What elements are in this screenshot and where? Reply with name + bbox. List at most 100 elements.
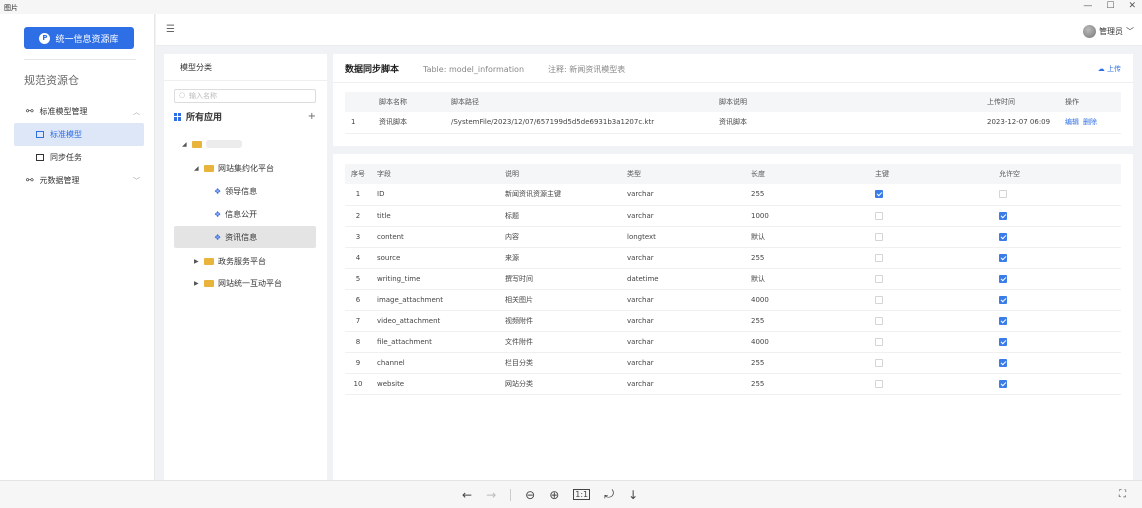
col-header-nullable: 允许空: [993, 164, 1121, 184]
table-header-row: 脚本名称 脚本路径 脚本说明 上传时间 操作: [345, 92, 1121, 112]
cell-nullable: [993, 310, 1121, 332]
nullable-checkbox[interactable]: [999, 316, 1007, 325]
nullable-checkbox[interactable]: [999, 253, 1007, 262]
cell-length: 默认: [745, 268, 869, 290]
primary-key-checkbox[interactable]: [875, 274, 883, 283]
tree-node-label: 网站统一互动平台: [218, 278, 282, 288]
rotate-icon[interactable]: ⤾: [604, 487, 614, 502]
cell-index: 1: [345, 112, 373, 134]
fields-panel: 序号 字段 说明 类型 长度 主键 允许空 1 ID 新闻资讯资源主键 varchar…: [333, 154, 1133, 480]
col-header-primary-key: 主键: [869, 164, 993, 184]
sidebar-item-label: 标准模型: [50, 130, 82, 139]
menu-toggle-icon[interactable]: ☰: [166, 24, 175, 35]
tree-node-label: 网站集约化平台: [218, 163, 274, 173]
cell-desc: 栏目分类: [499, 352, 621, 374]
nullable-checkbox[interactable]: [999, 190, 1007, 199]
script-table: 脚本名称 脚本路径 脚本说明 上传时间 操作 1 资讯脚本 /SystemFil…: [345, 92, 1121, 134]
folder-icon: [192, 140, 202, 148]
table-row: 10 website 网站分类 varchar 255: [345, 373, 1121, 395]
cell-length: 255: [745, 373, 869, 395]
script-panel-header: 数据同步脚本 Table: model_information 注释: 新闻资讯…: [345, 62, 625, 75]
nullable-checkbox[interactable]: [999, 232, 1007, 241]
caret-down-icon: ◢: [194, 164, 199, 172]
download-icon[interactable]: ↓: [628, 488, 638, 502]
table-header-row: 序号 字段 说明 类型 长度 主键 允许空: [345, 164, 1121, 184]
tree-node-gov-service-platform[interactable]: ▶ 政务服务平台: [194, 250, 266, 272]
cell-pk: [869, 247, 993, 269]
panel-divider: [164, 80, 327, 81]
nullable-checkbox[interactable]: [999, 379, 1007, 388]
zoom-out-icon[interactable]: ⊖: [525, 488, 535, 502]
toolbar-separator: [510, 488, 512, 501]
edit-link[interactable]: 编辑: [1065, 118, 1079, 126]
cell-pk: [869, 289, 993, 311]
cell-nullable: [993, 226, 1121, 248]
tree-search-input[interactable]: ○ 输入名称: [174, 89, 316, 103]
redacted-label: [206, 140, 242, 148]
cell-pk: [869, 205, 993, 227]
table-row: 1 ID 新闻资讯资源主键 varchar 255: [345, 184, 1121, 206]
cell-no: 9: [345, 352, 371, 374]
primary-key-checkbox[interactable]: [875, 232, 883, 241]
cell-field: content: [371, 226, 499, 248]
tree-node-leader-info[interactable]: ❖ 领导信息: [214, 180, 257, 202]
cell-upload-time: 2023-12-07 06:09: [981, 112, 1059, 134]
delete-link[interactable]: 删除: [1083, 118, 1097, 126]
cell-script-name: 资讯脚本: [373, 112, 445, 134]
cell-pk: [869, 310, 993, 332]
resource-library-button[interactable]: P 统一信息资源库: [24, 27, 134, 49]
tree-node-website-platform[interactable]: ◢ 网站集约化平台: [194, 157, 274, 179]
cell-nullable: [993, 331, 1121, 353]
sidebar-item-standard-model-management[interactable]: ⚯ 标准模型管理 ︿: [14, 100, 144, 123]
cell-length: 4000: [745, 331, 869, 353]
nullable-checkbox[interactable]: [999, 337, 1007, 346]
col-header-actions: 操作: [1059, 92, 1121, 112]
primary-key-checkbox[interactable]: [875, 295, 883, 304]
primary-key-checkbox[interactable]: [875, 211, 883, 220]
upload-button[interactable]: ☁ 上传: [1098, 64, 1121, 74]
folder-icon: [204, 279, 214, 287]
cell-pk: [869, 268, 993, 290]
col-header-desc: 说明: [499, 164, 621, 184]
sidebar-section-title: 规范资源仓: [24, 74, 79, 87]
fit-screen-icon[interactable]: ⛶: [1119, 489, 1126, 500]
nullable-checkbox[interactable]: [999, 295, 1007, 304]
model-category-panel: 模型分类 ○ 输入名称 所有应用 + ◢ ◢ 网站集约化平台 ❖ 领导信息 ❖ …: [164, 54, 327, 480]
tree-node-interaction-platform[interactable]: ▶ 网站统一互动平台: [194, 272, 282, 294]
tree-node-label: 资讯信息: [225, 232, 258, 242]
cell-no: 6: [345, 289, 371, 311]
tree-node-blurred[interactable]: ◢: [182, 133, 242, 155]
primary-key-checkbox[interactable]: [875, 358, 883, 367]
primary-key-checkbox[interactable]: [875, 316, 883, 325]
cell-field: video_attachment: [371, 310, 499, 332]
avatar: [1083, 25, 1096, 38]
tree-node-news-info[interactable]: ❖ 资讯信息: [174, 226, 316, 248]
actual-size-icon[interactable]: 1:1: [573, 489, 591, 500]
nullable-checkbox[interactable]: [999, 274, 1007, 283]
nullable-checkbox[interactable]: [999, 358, 1007, 367]
add-icon[interactable]: +: [308, 111, 316, 122]
cell-type: varchar: [621, 352, 745, 374]
panel-title: 数据同步脚本: [345, 65, 400, 75]
tree-root-all-apps[interactable]: 所有应用 +: [174, 110, 316, 123]
maximize-icon[interactable]: ☐: [1106, 1, 1114, 11]
arrow-left-icon[interactable]: ←: [462, 488, 472, 502]
primary-key-checkbox[interactable]: [875, 379, 883, 388]
user-menu[interactable]: 管理员 ﹀: [1083, 25, 1134, 38]
primary-key-checkbox[interactable]: [875, 253, 883, 262]
primary-key-checkbox[interactable]: [875, 190, 883, 199]
close-icon[interactable]: ✕: [1128, 1, 1136, 11]
table-name: Table: model_information: [423, 65, 525, 74]
nullable-checkbox[interactable]: [999, 211, 1007, 220]
sidebar-item-standard-model[interactable]: 标准模型: [14, 123, 144, 146]
minimize-icon[interactable]: —: [1083, 1, 1092, 11]
cell-nullable: [993, 184, 1121, 206]
sidebar-item-sync-task[interactable]: 同步任务: [14, 146, 144, 169]
sidebar-item-metadata-management[interactable]: ⚯ 元数据管理 ﹀: [14, 169, 144, 192]
zoom-in-icon[interactable]: ⊕: [549, 488, 559, 502]
cell-pk: [869, 184, 993, 206]
tree-node-info-disclosure[interactable]: ❖ 信息公开: [214, 203, 257, 225]
arrow-right-icon[interactable]: →: [486, 488, 496, 502]
primary-key-checkbox[interactable]: [875, 337, 883, 346]
cell-no: 5: [345, 268, 371, 290]
